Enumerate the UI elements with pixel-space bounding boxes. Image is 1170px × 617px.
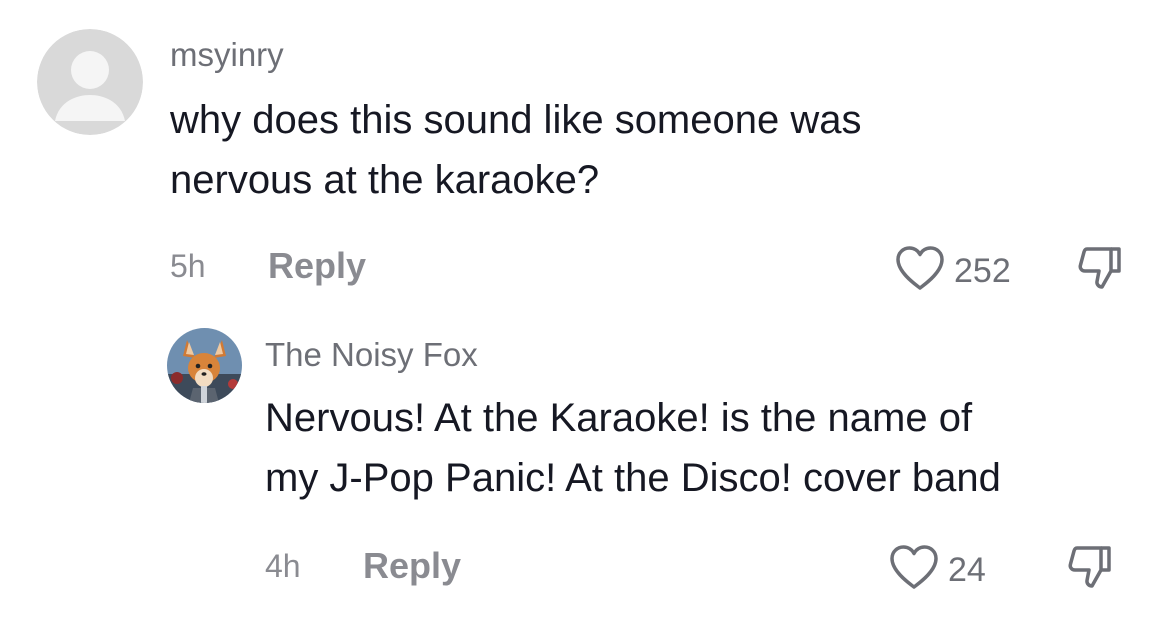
comment-text-line: why does this sound like someone was [170,98,862,142]
comment-username[interactable]: msyinry [170,38,284,71]
reply-timestamp: 4h [265,548,301,584]
fox-avatar-icon[interactable] [167,328,242,403]
reply-item: The Noisy Fox Nervous! At the Karaoke! i… [0,310,1170,617]
comment-text: why does this sound like someone was ner… [170,90,861,210]
reply-button[interactable]: Reply [268,248,366,284]
reply-text: Nervous! At the Karaoke! is the name of … [265,388,1001,508]
default-user-avatar-icon[interactable] [37,29,143,135]
dislike-button[interactable] [1075,243,1125,296]
comment-text-line: nervous at the karaoke? [170,158,600,202]
thumbs-down-outline-icon [1075,247,1125,295]
like-count: 252 [954,251,1011,290]
reply-username[interactable]: The Noisy Fox [265,338,478,371]
reply-text-line: Nervous! At the Karaoke! is the name of [265,396,973,440]
like-button[interactable]: 252 [894,244,1011,297]
reply-text-line: my J-Pop Panic! At the Disco! cover band [265,456,1001,500]
thumbs-down-outline-icon [1065,546,1115,594]
heart-outline-icon [888,543,940,596]
comment-timestamp: 5h [170,248,206,284]
comment-item: msyinry why does this sound like someone… [0,0,1170,310]
like-button[interactable]: 24 [888,543,986,596]
reply-button[interactable]: Reply [363,548,461,584]
dislike-button[interactable] [1065,542,1115,595]
like-count: 24 [948,550,986,589]
heart-outline-icon [894,244,946,297]
